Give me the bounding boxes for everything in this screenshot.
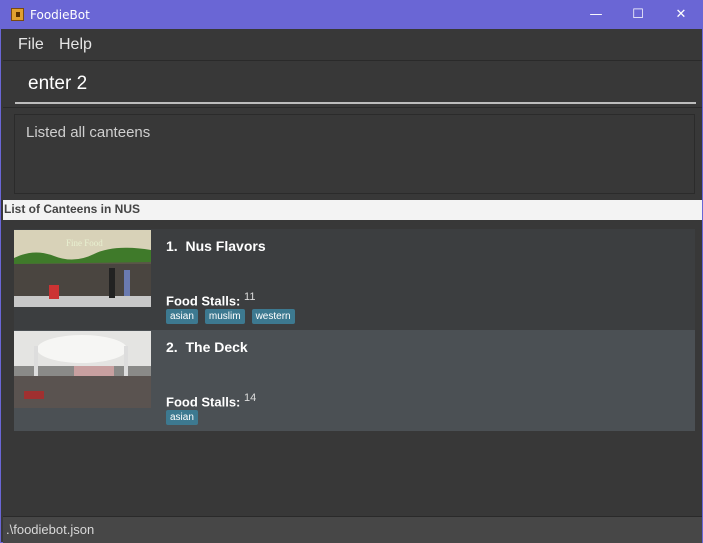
command-box [3, 62, 702, 108]
food-stalls: Food Stalls: 11 [166, 291, 256, 309]
canteen-name: 2. The Deck [166, 339, 248, 355]
stall-count: 11 [244, 291, 256, 303]
tag: western [251, 309, 295, 324]
window-title: FoodieBot [30, 8, 90, 22]
menu-bar: File Help [3, 29, 702, 61]
list-header: List of Canteens in NUS [3, 200, 702, 220]
canteen-card[interactable]: 2. The Deck Food Stalls: 14 asian [14, 330, 695, 431]
food-stalls: Food Stalls: 14 [166, 392, 257, 410]
canteen-photo [14, 331, 151, 408]
photo-sign: Fine Food [66, 238, 103, 248]
command-input[interactable] [15, 66, 696, 104]
stall-count: 14 [244, 392, 257, 404]
canteen-list[interactable]: Fine Food 1. Nus Flavors Food Stalls: 11… [3, 220, 702, 516]
app-icon [11, 8, 24, 21]
close-button[interactable]: ✕ [666, 5, 696, 25]
tag-list: asian [166, 410, 198, 425]
canteen-name: 1. Nus Flavors [166, 238, 266, 254]
tag: asian [166, 410, 198, 425]
title-bar: FoodieBot — ☐ ✕ [1, 1, 703, 29]
result-display: Listed all canteens [14, 114, 695, 194]
menu-help[interactable]: Help [59, 36, 92, 54]
tag: asian [166, 309, 198, 324]
canteen-photo: Fine Food [14, 230, 151, 307]
minimize-button[interactable]: — [581, 5, 611, 25]
canteen-card[interactable]: Fine Food 1. Nus Flavors Food Stalls: 11… [14, 229, 695, 330]
tag: muslim [204, 309, 245, 324]
tag-list: asian muslim western [166, 309, 295, 324]
menu-file[interactable]: File [18, 36, 44, 54]
status-bar: .\foodiebot.json [3, 516, 702, 543]
maximize-button[interactable]: ☐ [623, 5, 653, 25]
